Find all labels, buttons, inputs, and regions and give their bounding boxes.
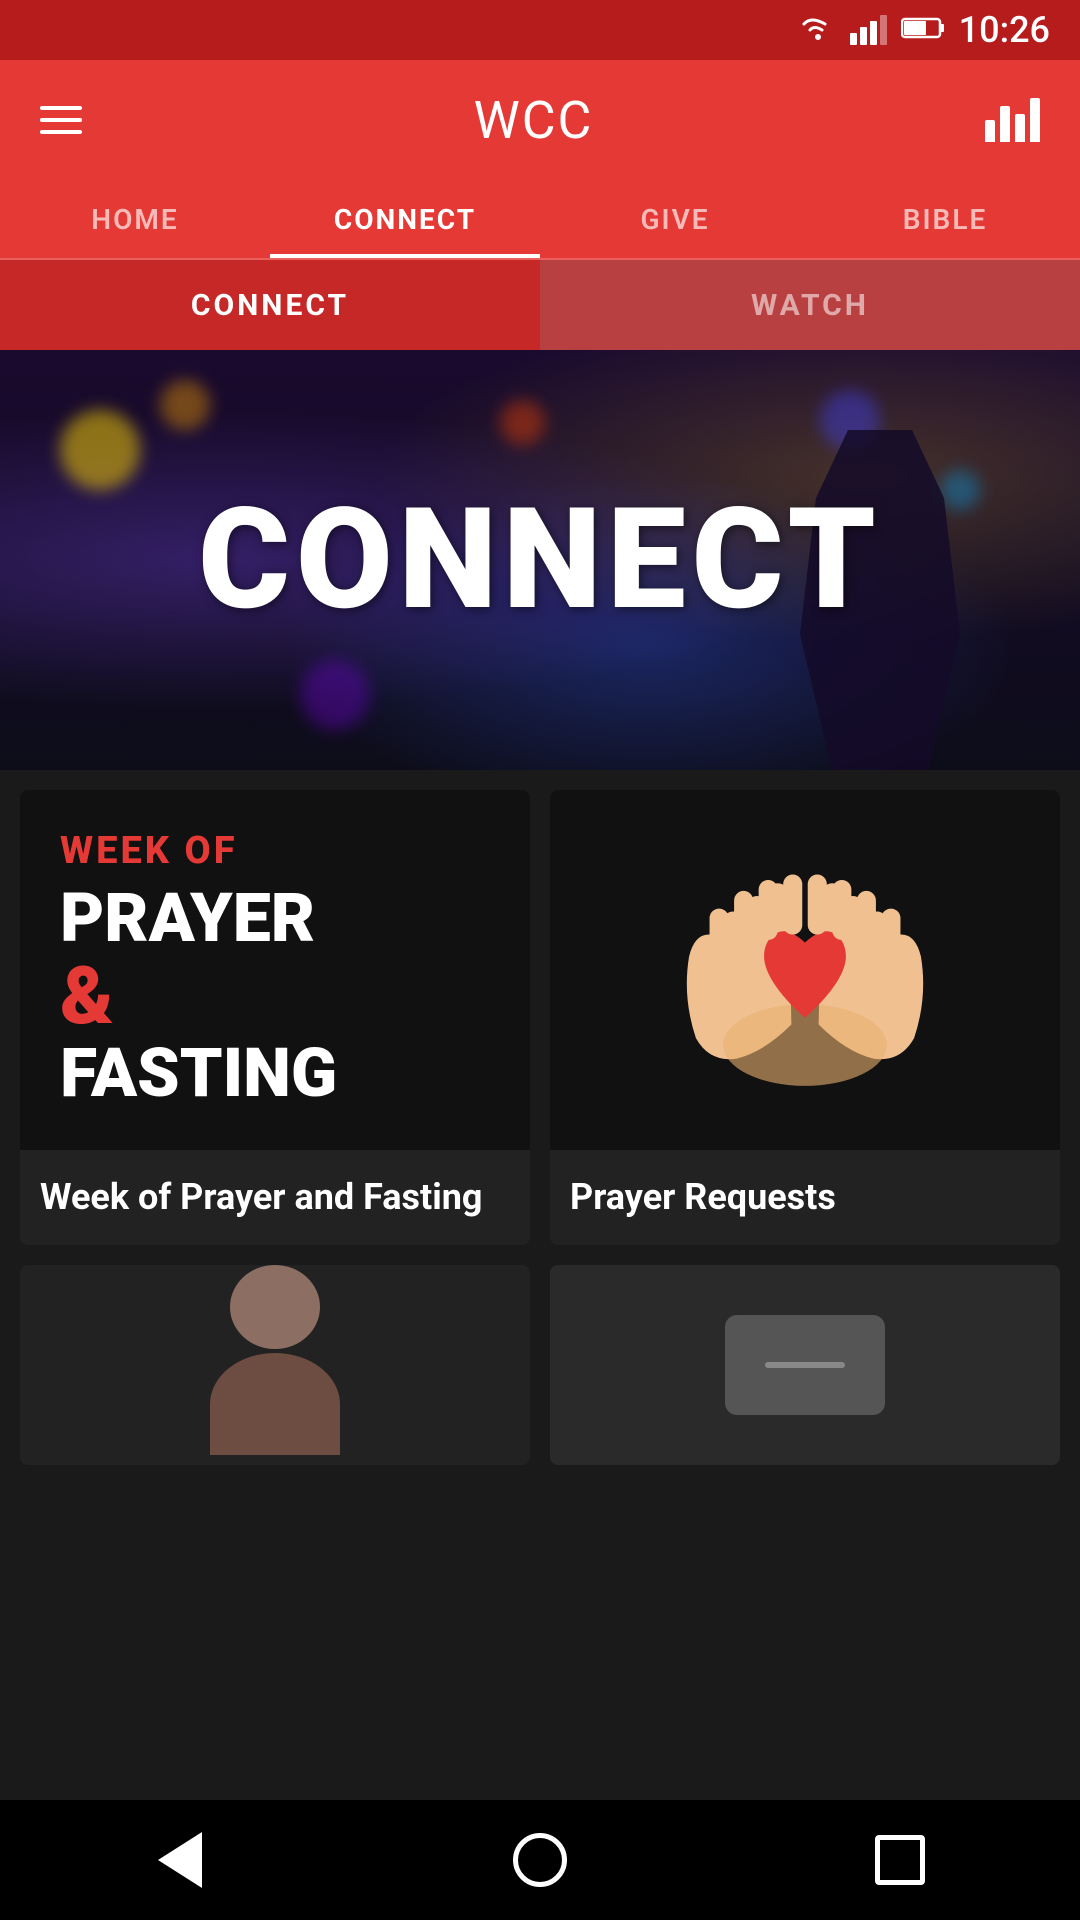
week-of-prayer-card[interactable]: WEEK OF PRAYER & FASTING Week of Prayer …	[20, 790, 530, 1245]
prayer-card-image: WEEK OF PRAYER & FASTING	[20, 790, 530, 1150]
home-icon	[513, 1833, 567, 1887]
app-title: WCC	[474, 90, 594, 151]
back-button[interactable]	[140, 1820, 220, 1900]
device-line	[765, 1362, 845, 1368]
nav-item-home[interactable]: HOME	[0, 180, 270, 258]
content-grid: WEEK OF PRAYER & FASTING Week of Prayer …	[0, 770, 1080, 1485]
bottom-nav	[0, 1800, 1080, 1920]
partial-card-person[interactable]	[20, 1265, 530, 1465]
hamburger-menu-icon[interactable]	[40, 106, 82, 134]
prayer-requests-label: Prayer Requests	[550, 1150, 1060, 1245]
device-icon	[725, 1315, 885, 1415]
status-time: 10:26	[959, 9, 1050, 51]
nav-item-connect[interactable]: CONNECT	[270, 180, 540, 258]
recents-icon	[875, 1835, 925, 1885]
wifi-icon	[800, 13, 836, 48]
hero-banner: CONNECT	[0, 350, 1080, 770]
nav-item-give[interactable]: GIVE	[540, 180, 810, 258]
prayer-card-label: Week of Prayer and Fasting	[20, 1150, 530, 1245]
recents-button[interactable]	[860, 1820, 940, 1900]
sub-tab-connect[interactable]: CONNECT	[0, 260, 540, 350]
battery-icon	[901, 16, 945, 44]
prayer-requests-image	[550, 790, 1060, 1150]
partial-card-device[interactable]	[550, 1265, 1060, 1465]
sub-tab-watch[interactable]: WATCH	[540, 260, 1080, 350]
prayer-title-1: PRAYER	[60, 881, 315, 956]
signal-icon	[850, 15, 887, 45]
back-icon	[158, 1832, 202, 1888]
chart-icon[interactable]	[985, 98, 1040, 142]
hands-heart-icon	[665, 820, 945, 1120]
top-nav: HOME CONNECT GIVE BIBLE	[0, 180, 1080, 260]
prayer-requests-card[interactable]: Prayer Requests	[550, 790, 1060, 1245]
status-icons: 10:26	[800, 9, 1050, 51]
nav-item-bible[interactable]: BIBLE	[810, 180, 1080, 258]
prayer-title-2: FASTING	[60, 1036, 337, 1111]
prayer-ampersand: &	[60, 956, 114, 1036]
status-bar: 10:26	[0, 0, 1080, 60]
prayer-week-of-label: WEEK OF	[60, 829, 238, 873]
hero-title: CONNECT	[198, 478, 882, 642]
app-bar: WCC	[0, 60, 1080, 180]
sub-tabs: CONNECT WATCH	[0, 260, 1080, 350]
home-button[interactable]	[500, 1820, 580, 1900]
